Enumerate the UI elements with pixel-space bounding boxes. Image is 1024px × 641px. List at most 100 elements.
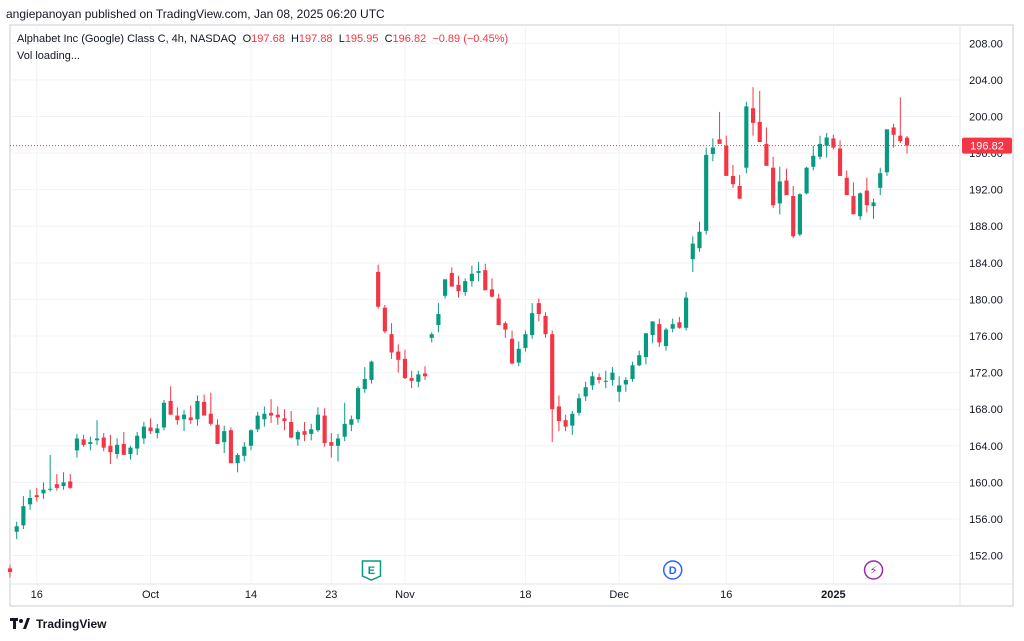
- y-tick-label: 180.00: [969, 294, 1003, 306]
- footer-brand-text: TradingView: [36, 617, 107, 631]
- candle-body: [617, 385, 622, 392]
- x-tick-label: 14: [245, 589, 257, 601]
- candle-body: [483, 270, 488, 291]
- candle-body: [764, 143, 769, 166]
- candle-body: [81, 439, 86, 445]
- split-marker-label: ⚡: [870, 564, 878, 577]
- candle-body: [349, 419, 354, 425]
- candle-body: [864, 190, 869, 206]
- high-value: 197.88: [298, 33, 333, 45]
- candle-body: [824, 137, 829, 146]
- candle-body: [704, 154, 709, 231]
- y-tick-label: 200.00: [969, 111, 1003, 123]
- y-tick-label: 192.00: [969, 185, 1003, 197]
- candle-body: [663, 329, 669, 347]
- candle-body: [724, 145, 729, 176]
- candle-body: [543, 315, 548, 335]
- candle-body: [650, 321, 655, 336]
- high-label: H: [290, 33, 299, 45]
- candle-body: [148, 427, 153, 432]
- candle-body: [684, 297, 689, 328]
- candle-body: [550, 334, 555, 410]
- symbol-name: Alphabet Inc (Google) Class C, 4h, NASDA…: [17, 33, 237, 45]
- candle-body: [884, 129, 889, 173]
- candle-body: [690, 243, 695, 260]
- candle-body: [422, 373, 428, 377]
- candle-body: [356, 388, 361, 420]
- candle-body: [858, 193, 863, 217]
- candle-body: [188, 417, 193, 421]
- candle-body: [54, 484, 59, 488]
- candle-body: [637, 355, 642, 366]
- x-tick-label: Nov: [395, 589, 415, 601]
- candle-body: [737, 185, 742, 199]
- candle-body: [121, 443, 126, 455]
- candle-body: [590, 376, 595, 386]
- candle-body: [509, 338, 515, 364]
- candle-body: [48, 488, 53, 490]
- candle-body: [904, 137, 910, 146]
- candle-body: [135, 435, 140, 449]
- candle-body: [563, 420, 568, 427]
- candle-body: [630, 365, 635, 380]
- candle-body: [202, 401, 207, 416]
- candle-body: [657, 324, 662, 343]
- y-tick-label: 164.00: [969, 441, 1003, 453]
- candle-body: [168, 400, 173, 415]
- candle-body: [369, 361, 374, 380]
- y-tick-label: 160.00: [969, 477, 1003, 489]
- x-tick-label: Oct: [142, 589, 159, 601]
- x-tick-label: Dec: [609, 589, 629, 601]
- candle-body: [389, 334, 394, 353]
- candle-body: [255, 415, 260, 430]
- candle-body: [476, 271, 481, 273]
- y-tick-label: 152.00: [969, 551, 1003, 563]
- candle-body: [717, 139, 722, 144]
- candle-body: [7, 568, 13, 573]
- earnings-marker-label: E: [368, 565, 375, 577]
- candle-body: [744, 106, 749, 168]
- candle-body: [335, 438, 341, 446]
- y-tick-label: 172.00: [969, 368, 1003, 380]
- candle-body: [670, 324, 675, 329]
- candle-body: [503, 323, 508, 330]
- candle-body: [94, 438, 100, 441]
- candle-body: [844, 177, 849, 196]
- candle-body: [88, 442, 93, 444]
- candle-body: [596, 377, 602, 380]
- candle-body: [235, 454, 240, 464]
- candle-body: [536, 303, 541, 315]
- candle-body: [315, 414, 321, 431]
- candle-body: [643, 333, 649, 358]
- tradingview-logo-icon: [10, 618, 30, 629]
- candle-body: [837, 148, 843, 176]
- candle-body: [496, 298, 501, 326]
- candle-body: [61, 482, 66, 487]
- x-tick-label: 16: [720, 589, 732, 601]
- x-tick-label: 18: [519, 589, 531, 601]
- candle-body: [523, 334, 528, 348]
- volume-legend: Vol loading...: [17, 50, 80, 62]
- candle-body: [817, 143, 823, 157]
- y-tick-label: 208.00: [969, 38, 1003, 50]
- price-chart[interactable]: 152.00 156.00 160.00 164.00 168.00 172.00 176.…: [0, 0, 1024, 610]
- footer-brand[interactable]: TradingView: [10, 617, 106, 631]
- candle-body: [603, 380, 608, 382]
- candle-body: [215, 424, 220, 444]
- candle-body: [396, 351, 401, 360]
- open-label: O: [242, 33, 252, 45]
- candle-body: [402, 358, 408, 379]
- candle-body: [871, 202, 876, 207]
- candle-body: [295, 432, 300, 440]
- candle-body: [309, 429, 314, 434]
- candle-body: [777, 181, 782, 204]
- candle-body: [248, 430, 254, 446]
- x-tick-label: 2025: [821, 589, 845, 601]
- candle-body: [302, 431, 307, 435]
- candle-body: [878, 173, 883, 188]
- candle-body: [195, 400, 200, 420]
- candle-body: [342, 423, 347, 437]
- candle-body: [115, 444, 120, 455]
- symbol-legend: Alphabet Inc (Google) Class C, 4h, NASDA…: [17, 33, 508, 45]
- candle-body: [804, 167, 809, 194]
